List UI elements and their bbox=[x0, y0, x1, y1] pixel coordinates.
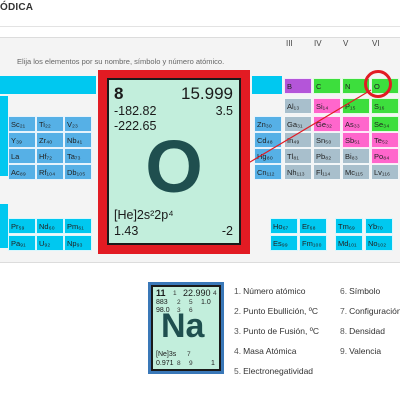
legend-item-6: 6. Símbolo bbox=[340, 286, 381, 296]
legend-item-9: 9. Valencia bbox=[340, 346, 382, 356]
legend-valence: 1 bbox=[211, 360, 215, 367]
legend-element-card: 11 22.990 1 4 883 2 5 1.0 98.0 3 6 Na [N… bbox=[151, 285, 221, 371]
zoom-symbol: O bbox=[145, 125, 203, 208]
legend-item-7: 7. Configuración bbox=[340, 306, 400, 316]
legend-item-8: 8. Densidad bbox=[340, 326, 386, 336]
zoom-density: 1.43 bbox=[114, 224, 139, 238]
zoom-configuration: [He]2s²2p⁴ bbox=[114, 208, 174, 222]
zoom-atomic-number: 8 bbox=[114, 84, 124, 103]
legend-item-1: 1. Número atómico bbox=[234, 286, 306, 296]
legend-electronegativity: 1.0 bbox=[201, 299, 211, 306]
legend-index-7: 7 bbox=[187, 351, 191, 358]
legend-index-4: 4 bbox=[213, 290, 217, 297]
selected-element-highlight bbox=[364, 70, 392, 98]
legend-atomic-number: 11 bbox=[156, 288, 166, 298]
legend-boiling-point: 883 bbox=[156, 299, 168, 306]
zoom-valence: -2 bbox=[221, 224, 233, 238]
legend-item-2: 2. Punto Ebullición, ºC bbox=[234, 306, 319, 316]
legend-index-9: 9 bbox=[189, 360, 193, 367]
legend-density: 0.971 bbox=[156, 360, 174, 367]
legend-item-5: 5. Electronegatividad bbox=[234, 366, 314, 376]
legend-index-2: 2 bbox=[177, 299, 181, 306]
legend-index-1: 1 bbox=[173, 290, 177, 297]
legend-atomic-mass: 22.990 bbox=[183, 288, 211, 298]
legend-item-3: 3. Punto de Fusión, ºC bbox=[234, 326, 319, 336]
zoom-electronegativity: 3.5 bbox=[215, 104, 233, 118]
zoomed-element-card: 8 15.999 -182.82 3.5 -222.65 O [He]2s²2p… bbox=[107, 78, 241, 245]
connector-line bbox=[239, 89, 372, 169]
legend-index-8: 8 bbox=[177, 360, 181, 367]
legend-index-5: 5 bbox=[189, 299, 193, 306]
zoom-boiling-point: -182.82 bbox=[114, 104, 157, 118]
zoom-atomic-mass: 15.999 bbox=[181, 84, 233, 103]
legend-symbol: Na bbox=[161, 307, 205, 345]
legend-item-4: 4. Masa Atómica bbox=[234, 346, 297, 356]
legend-configuration: [Ne]3s bbox=[156, 351, 177, 358]
